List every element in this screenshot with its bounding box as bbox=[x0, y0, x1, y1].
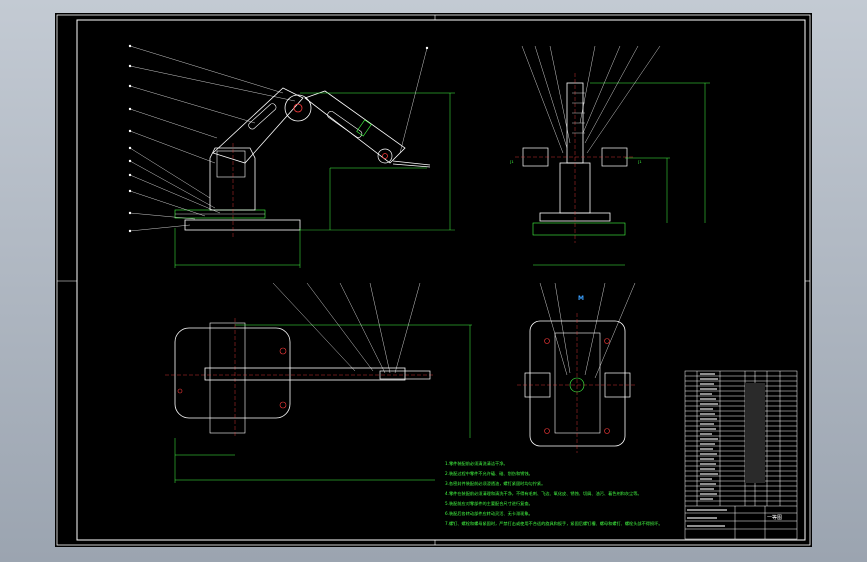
note-line-7: 7.螺钉、螺栓和螺母紧固时，严禁打击或使用不合适的旋具和扳手，紧固后螺钉槽、螺母… bbox=[445, 520, 663, 527]
side-view: [1 [1 bbox=[510, 45, 710, 266]
note-line-3: 3.各密封件装配前必须浸透油，螺钉紧固时均匀拧紧。 bbox=[445, 480, 545, 487]
cad-viewport[interactable]: [1 [1 M 1.零件装配前必须清洗清洁干净。 2.装配过程中零件不允许磕、碰… bbox=[0, 0, 867, 562]
base-top-view: M bbox=[517, 282, 637, 453]
side-mark-left: [1 bbox=[510, 160, 514, 164]
inner-frame bbox=[76, 19, 806, 541]
note-line-5: 5.装配前应对零部件的主要配合尺寸进行复查。 bbox=[445, 500, 533, 507]
drawing-canvas: [1 [1 M 1.零件装配前必须清洗清洁干净。 2.装配过程中零件不允许磕、碰… bbox=[56, 14, 811, 546]
note-line-6: 6.装配后各转动部件应转动灵活、无卡滞现象。 bbox=[445, 510, 533, 517]
side-mark-right: [1 bbox=[638, 160, 642, 164]
section-mark: M bbox=[578, 295, 584, 302]
front-view bbox=[128, 44, 455, 268]
technical-notes: 1.零件装配前必须清洗清洁干净。 2.装配过程中零件不允许磕、碰、划伤和锈蚀。 … bbox=[445, 460, 663, 527]
note-line-2: 2.装配过程中零件不允许磕、碰、划伤和锈蚀。 bbox=[445, 470, 533, 477]
drawing-sheet: [1 [1 M 1.零件装配前必须清洗清洁干净。 2.装配过程中零件不允许磕、碰… bbox=[55, 13, 812, 547]
top-view bbox=[165, 282, 472, 483]
note-line-1: 1.零件装配前必须清洗清洁干净。 bbox=[445, 460, 508, 467]
note-line-4: 4.零件在装配前必须清理和清洗干净，不得有毛刺、飞边、氧化皮、锈蚀、切屑、油污、… bbox=[445, 490, 642, 497]
drawing-name: 一等图 bbox=[767, 514, 782, 521]
